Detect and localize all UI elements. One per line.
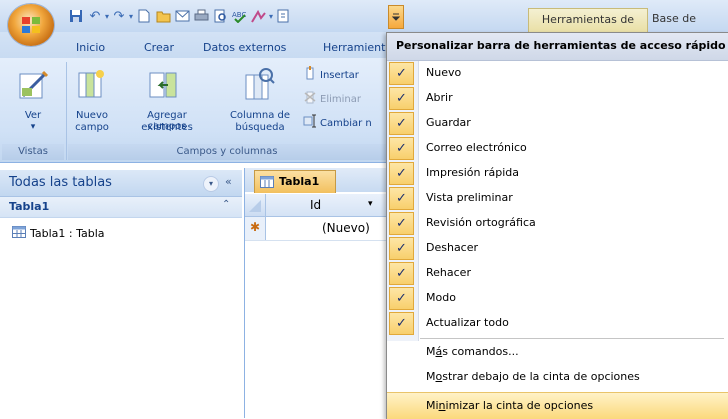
open-icon[interactable] — [155, 8, 171, 24]
insert-button[interactable]: Insertar — [320, 70, 359, 81]
column-sort-dropdown-icon[interactable]: ▾ — [368, 199, 373, 209]
nav-item-tabla1[interactable]: Tabla1 : Tabla — [30, 227, 105, 240]
menu-separator — [420, 338, 724, 339]
email-icon[interactable] — [174, 8, 190, 24]
new-field-button-line1[interactable]: Nuevo — [72, 110, 112, 121]
fields-group-caption: Campos y columnas — [68, 144, 386, 160]
menu-item-label: Impresión rápida — [426, 166, 520, 179]
new-field-icon — [77, 68, 107, 100]
spelling-icon[interactable]: ABC — [231, 8, 247, 24]
checkmark-icon: ✓ — [389, 112, 414, 135]
menu-item[interactable]: ✓ Modo — [387, 286, 728, 311]
view-dropdown-icon[interactable]: ▾ — [14, 122, 52, 133]
customize-qat-button[interactable] — [388, 5, 404, 29]
menu-item[interactable]: ✓ Abrir — [387, 86, 728, 111]
menu-item-label: Más comandos... — [426, 345, 519, 358]
office-button[interactable] — [8, 4, 54, 46]
menu-item[interactable]: ✓ Impresión rápida — [387, 161, 728, 186]
table-tab-icon — [260, 176, 274, 188]
menu-item[interactable]: ✓ Rehacer — [387, 261, 728, 286]
menu-item[interactable]: ✓ Guardar — [387, 111, 728, 136]
save-icon[interactable] — [68, 8, 84, 24]
table-tools-context-tab[interactable]: Herramientas de tabla — [528, 8, 648, 48]
nav-group-label: Tabla1 — [9, 200, 50, 213]
menu-item-more-commands[interactable]: Más comandos... — [387, 340, 728, 364]
checkmark-icon: ✓ — [389, 237, 414, 260]
views-group-caption: Vistas — [2, 144, 64, 160]
collapse-pane-icon[interactable]: « — [225, 175, 232, 188]
menu-item[interactable]: ✓ Revisión ortográfica — [387, 211, 728, 236]
rename-button[interactable]: Cambiar n — [320, 118, 372, 129]
menu-item-label: Deshacer — [426, 241, 479, 254]
new-field-button-line2[interactable]: campo — [72, 122, 112, 133]
tab-datos-externos[interactable]: Datos externos — [203, 40, 286, 56]
menu-item-label: Minimizar la cinta de opciones — [426, 399, 594, 412]
table-icon — [12, 226, 26, 238]
tab-herramientas[interactable]: Herramient — [323, 40, 385, 56]
menu-item-label: Actualizar todo — [426, 316, 509, 329]
menu-item[interactable]: ✓ Nuevo — [387, 61, 728, 86]
menu-item-label: Abrir — [426, 91, 453, 104]
menu-item-label: Mostrar debajo de la cinta de opciones — [426, 370, 640, 383]
view-button[interactable]: Ver — [14, 110, 52, 121]
menu-item[interactable]: ✓ Correo electrónico — [387, 136, 728, 161]
new-record-icon: ✱ — [250, 220, 261, 234]
menu-item[interactable]: ✓ Deshacer — [387, 236, 728, 261]
new-icon[interactable] — [136, 8, 152, 24]
tab-tabla1[interactable]: Tabla1 — [254, 170, 336, 193]
column-header-id[interactable]: Id — [310, 198, 321, 212]
menu-item-minimize-ribbon[interactable]: Minimizar la cinta de opciones — [387, 392, 728, 419]
checkmark-icon: ✓ — [389, 62, 414, 85]
menu-item-label: Revisión ortográfica — [426, 216, 536, 229]
checkmark-icon: ✓ — [389, 312, 414, 335]
checkmark-icon: ✓ — [389, 262, 414, 285]
window-title: Base de — [652, 12, 697, 25]
quick-print-icon[interactable] — [193, 8, 209, 24]
menu-item-show-below-ribbon[interactable]: Mostrar debajo de la cinta de opciones — [387, 365, 728, 389]
delete-column-icon — [303, 90, 317, 104]
nav-filter-dropdown-icon[interactable]: ▾ — [203, 176, 219, 192]
menu-item-label: Vista preliminar — [426, 191, 513, 204]
view-icon — [17, 68, 51, 102]
rename-column-icon — [303, 114, 317, 128]
delete-button[interactable]: Eliminar — [320, 94, 361, 105]
insert-column-icon — [303, 66, 317, 80]
tab-crear[interactable]: Crear — [144, 40, 174, 56]
checkmark-icon: ✓ — [389, 162, 414, 185]
menu-item[interactable]: ✓ Vista preliminar — [387, 186, 728, 211]
new-record-value[interactable]: (Nuevo) — [322, 221, 370, 235]
collapse-group-icon[interactable]: ⌃ — [222, 199, 230, 210]
checkmark-icon: ✓ — [389, 287, 414, 310]
menu-item-label: Modo — [426, 291, 456, 304]
menu-item-label: Nuevo — [426, 66, 462, 79]
menu-item-label: Rehacer — [426, 266, 471, 279]
tab-inicio[interactable]: Inicio — [76, 40, 105, 56]
tab-label: Tabla1 — [279, 175, 320, 188]
lookup-column-line1[interactable]: Columna de — [227, 110, 293, 121]
add-existing-fields-icon — [148, 68, 178, 100]
checkmark-icon: ✓ — [389, 212, 414, 235]
menu-title: Personalizar barra de herramientas de ac… — [396, 39, 726, 52]
menu-item-label: Correo electrónico — [426, 141, 527, 154]
menu-item[interactable]: ✓ Actualizar todo — [387, 311, 728, 336]
lookup-column-icon — [244, 66, 276, 102]
chevron-down-icon — [392, 13, 400, 21]
office-logo-icon — [22, 17, 40, 33]
lookup-column-line2[interactable]: búsqueda — [227, 122, 293, 133]
menu-item-label: Guardar — [426, 116, 471, 129]
group-separator — [66, 62, 67, 160]
checkmark-icon: ✓ — [389, 87, 414, 110]
refresh-all-icon[interactable] — [275, 8, 291, 24]
add-existing-fields-line2[interactable]: existentes — [126, 122, 208, 133]
print-preview-icon[interactable] — [212, 8, 228, 24]
nav-pane-title[interactable]: Todas las tablas — [9, 175, 112, 190]
select-all-corner[interactable] — [245, 194, 266, 216]
checkmark-icon: ✓ — [389, 187, 414, 210]
checkmark-icon: ✓ — [389, 137, 414, 160]
